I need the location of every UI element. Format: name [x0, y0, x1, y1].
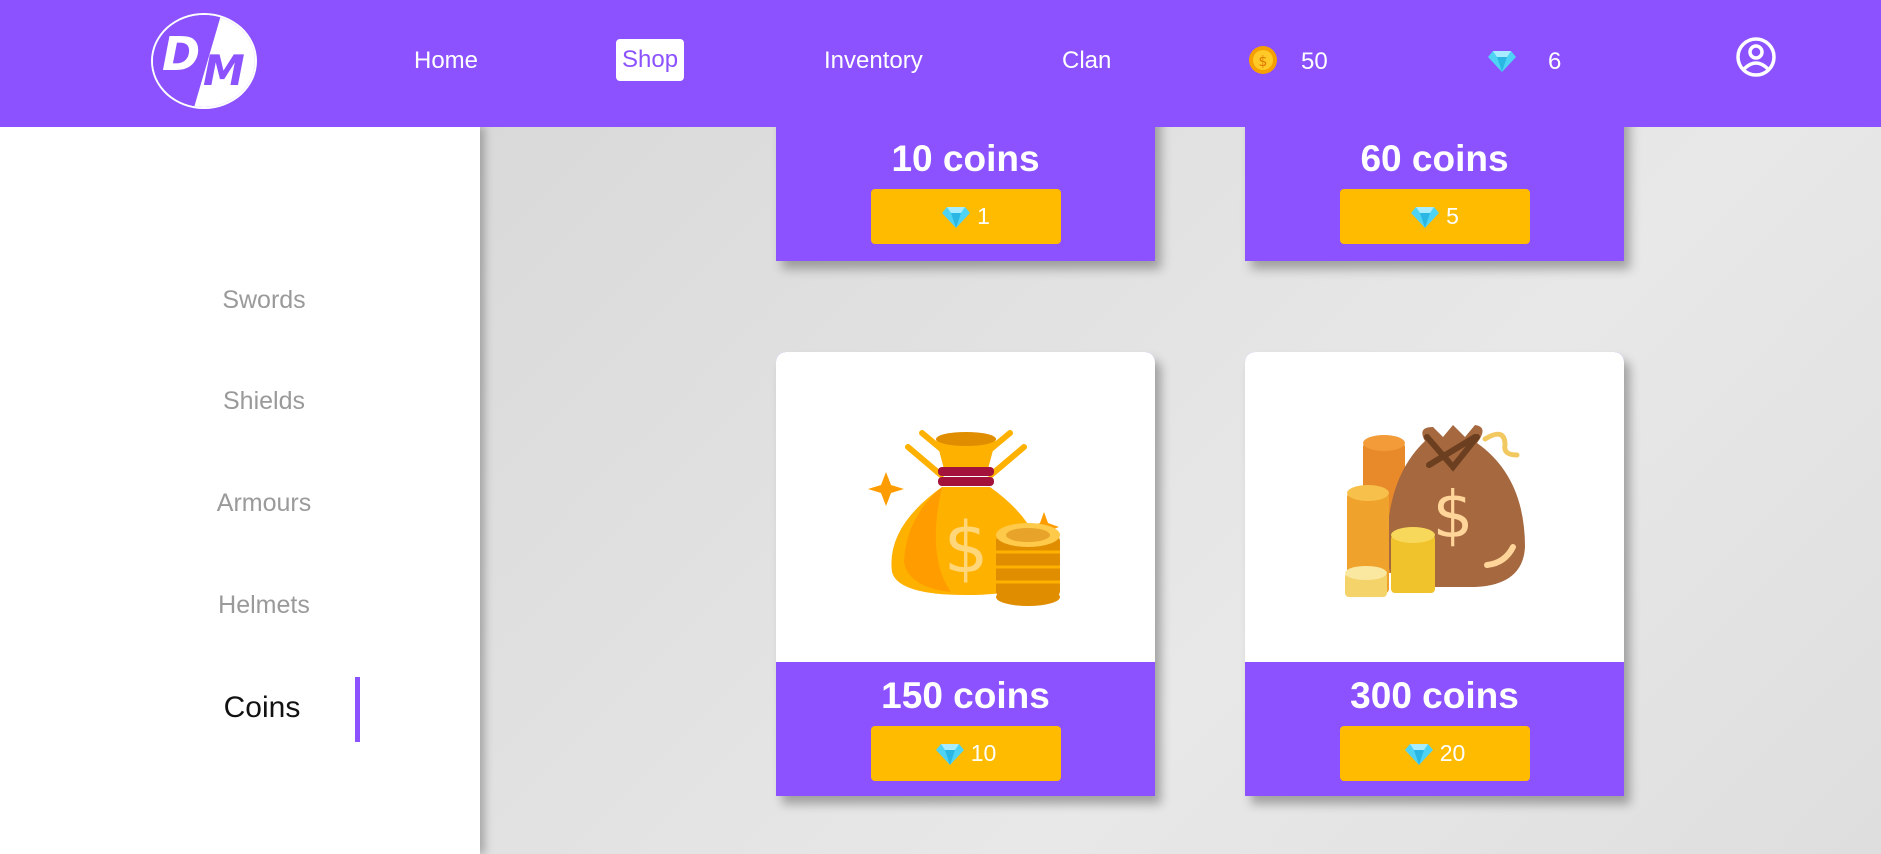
sidebar-item-armours[interactable]: Armours — [0, 487, 528, 519]
coin-balance: 50 — [1301, 48, 1328, 75]
svg-text:$: $ — [1432, 479, 1473, 553]
price-label: 10 — [970, 740, 997, 766]
card-image: $ — [1245, 352, 1624, 662]
svg-text:D: D — [162, 27, 200, 81]
money-sack-coin-stacks-icon: $ — [1344, 425, 1525, 597]
shop-card-150-coins: $ 150 coins 10 — [776, 352, 1155, 796]
dm-logo[interactable]: D M — [151, 13, 257, 109]
price-label: 1 — [977, 203, 990, 229]
nav-clan-link[interactable]: Clan — [1062, 46, 1111, 76]
active-indicator — [355, 677, 360, 742]
user-circle-icon[interactable] — [1735, 36, 1777, 78]
diamond-icon — [1488, 51, 1516, 72]
buy-button[interactable]: 1 — [870, 189, 1061, 244]
card-image: $ — [776, 352, 1155, 662]
diamond-icon — [1411, 206, 1440, 228]
diamond-icon — [942, 206, 971, 228]
svg-text:M: M — [203, 46, 245, 95]
nav-inventory-link[interactable]: Inventory — [824, 46, 923, 76]
category-sidebar: Swords Shields Armours Helmets Coins — [0, 127, 480, 854]
price-label: 5 — [1446, 203, 1459, 229]
diamond-icon — [1404, 743, 1433, 765]
money-bag-coins-icon: $ — [867, 430, 1060, 606]
sidebar-item-coins[interactable]: Coins — [0, 692, 524, 724]
diamond-icon — [935, 743, 964, 765]
card-title: 60 coins — [1360, 138, 1509, 179]
shop-card-10-coins: 10 coins 1 — [776, 127, 1155, 261]
gem-balance: 6 — [1548, 48, 1562, 75]
shop-content: 10 coins 1 60 coins 5 $ 150 coins 10 $ 3… — [480, 127, 1881, 854]
shop-card-300-coins: $ 300 coins 20 — [1245, 352, 1624, 796]
sidebar-item-helmets[interactable]: Helmets — [0, 589, 528, 621]
sidebar-item-swords[interactable]: Swords — [0, 284, 528, 316]
card-title: 150 coins — [881, 675, 1050, 716]
buy-button[interactable]: 10 — [870, 726, 1061, 781]
top-navbar: D M Home Shop Inventory Clan $ 50 6 — [0, 0, 1881, 127]
price-label: 20 — [1439, 740, 1466, 766]
buy-button[interactable]: 5 — [1339, 189, 1530, 244]
card-title: 300 coins — [1350, 675, 1519, 716]
coin-icon: $ — [1249, 46, 1277, 74]
nav-shop-link[interactable]: Shop — [616, 39, 685, 81]
buy-button[interactable]: 20 — [1339, 726, 1530, 781]
svg-text:$: $ — [943, 507, 988, 589]
card-title: 10 coins — [891, 138, 1040, 179]
shop-card-60-coins: 60 coins 5 — [1245, 127, 1624, 261]
nav-home-link[interactable]: Home — [414, 46, 478, 76]
sidebar-item-shields[interactable]: Shields — [0, 385, 528, 417]
svg-text:$: $ — [1259, 54, 1268, 70]
